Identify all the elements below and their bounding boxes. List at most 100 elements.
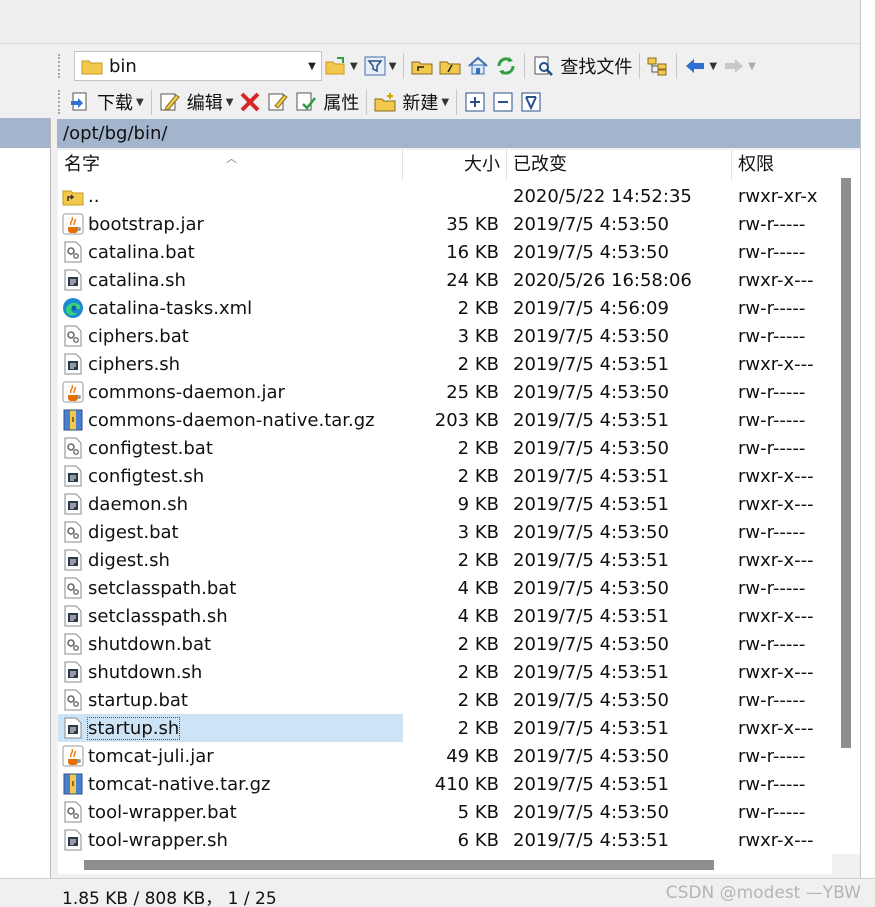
file-row[interactable]: tool-wrapper.sh 6 KB 2019/7/5 4:53:51 rwxr-…: [58, 826, 832, 854]
file-name-cell[interactable]: tomcat-juli.jar: [58, 742, 403, 770]
parent-directory-button[interactable]: [408, 52, 436, 80]
file-row[interactable]: shutdown.sh 2 KB 2019/7/5 4:53:51 rwxr-x---: [58, 658, 832, 686]
file-name-cell[interactable]: setclasspath.bat: [58, 574, 403, 602]
horizontal-scrollbar[interactable]: [58, 854, 832, 874]
new-button[interactable]: 新建 ▼: [371, 88, 452, 116]
file-permissions: rw-r-----: [738, 381, 806, 403]
rename-button[interactable]: [264, 88, 292, 116]
column-header-name[interactable]: 名字 ︿: [58, 150, 403, 180]
file-name-cell[interactable]: ciphers.sh: [58, 350, 403, 378]
file-row[interactable]: tomcat-native.tar.gz 410 KB 2019/7/5 4:53:…: [58, 770, 832, 798]
chevron-down-icon[interactable]: ▼: [709, 61, 717, 72]
file-name-cell[interactable]: tool-wrapper.sh: [58, 826, 403, 854]
file-row[interactable]: catalina.bat 16 KB 2019/7/5 4:53:50 rw-r---…: [58, 238, 832, 266]
file-size: 203 KB: [434, 409, 499, 431]
chevron-down-icon[interactable]: ▼: [350, 61, 358, 72]
file-name-cell[interactable]: setclasspath.sh: [58, 602, 403, 630]
file-size: 2 KB: [457, 297, 499, 319]
file-row[interactable]: configtest.bat 2 KB 2019/7/5 4:53:50 rw-r--…: [58, 434, 832, 462]
unselect-all-button[interactable]: [489, 88, 517, 116]
find-files-button[interactable]: 查找文件: [529, 52, 635, 80]
file-row[interactable]: startup.sh 2 KB 2019/7/5 4:53:51 rwxr-x---: [58, 714, 832, 742]
file-row[interactable]: commons-daemon-native.tar.gz 203 KB 2019/7…: [58, 406, 832, 434]
remote-file-list[interactable]: 名字 ︿ 大小 已改变 权限 .. 2020/5/22 14:52:35 rwxr-…: [58, 150, 832, 854]
chevron-down-icon[interactable]: ▼: [136, 97, 144, 108]
file-name-cell[interactable]: catalina.bat: [58, 238, 403, 266]
select-all-button[interactable]: [461, 88, 489, 116]
horizontal-scrollbar-thumb[interactable]: [84, 860, 714, 870]
file-name-cell[interactable]: catalina.sh: [58, 266, 403, 294]
file-name-cell[interactable]: ..: [58, 182, 403, 210]
chevron-down-icon[interactable]: ▼: [303, 61, 321, 72]
file-name-cell[interactable]: startup.sh: [58, 714, 403, 742]
file-name-cell[interactable]: shutdown.bat: [58, 630, 403, 658]
file-name-cell[interactable]: ciphers.bat: [58, 322, 403, 350]
file-permissions: rw-r-----: [738, 633, 806, 655]
forward-button[interactable]: ▼: [720, 52, 759, 80]
file-row[interactable]: tool-wrapper.bat 5 KB 2019/7/5 4:53:50 rw-r…: [58, 798, 832, 826]
toolbar-grip[interactable]: [58, 54, 62, 78]
file-row[interactable]: commons-daemon.jar 25 KB 2019/7/5 4:53:50 r…: [58, 378, 832, 406]
file-row[interactable]: configtest.sh 2 KB 2019/7/5 4:53:51 rwxr-x-…: [58, 462, 832, 490]
file-name-cell[interactable]: commons-daemon-native.tar.gz: [58, 406, 403, 434]
file-row[interactable]: catalina-tasks.xml 2 KB 2019/7/5 4:56:09 rw…: [58, 294, 832, 322]
file-row[interactable]: bootstrap.jar 35 KB 2019/7/5 4:53:50 rw-r--…: [58, 210, 832, 238]
file-name-cell[interactable]: daemon.sh: [58, 490, 403, 518]
edit-button[interactable]: 编辑 ▼: [156, 88, 237, 116]
open-folder-button[interactable]: ▼: [322, 52, 361, 80]
filter-selection-button[interactable]: [517, 88, 545, 116]
remote-path-bar[interactable]: /opt/bg/bin/: [57, 119, 860, 148]
file-name-cell[interactable]: tomcat-native.tar.gz: [58, 770, 403, 798]
column-header-permissions[interactable]: 权限: [732, 150, 832, 180]
file-row[interactable]: ciphers.bat 3 KB 2019/7/5 4:53:50 rw-r-----: [58, 322, 832, 350]
file-row[interactable]: setclasspath.bat 4 KB 2019/7/5 4:53:50 rw-r…: [58, 574, 832, 602]
file-name-cell[interactable]: tool-wrapper.bat: [58, 798, 403, 826]
sh-file-icon: [62, 717, 84, 739]
properties-button[interactable]: 属性: [292, 88, 362, 116]
column-header-modified[interactable]: 已改变: [507, 150, 732, 180]
file-row[interactable]: ciphers.sh 2 KB 2019/7/5 4:53:51 rwxr-x---: [58, 350, 832, 378]
back-button[interactable]: ▼: [681, 52, 720, 80]
file-name-cell[interactable]: bootstrap.jar: [58, 210, 403, 238]
file-name-cell[interactable]: configtest.sh: [58, 462, 403, 490]
file-row[interactable]: catalina.sh 24 KB 2020/5/26 16:58:06 rwxr-x…: [58, 266, 832, 294]
file-row[interactable]: tomcat-juli.jar 49 KB 2019/7/5 4:53:50 rw-r…: [58, 742, 832, 770]
file-row[interactable]: startup.bat 2 KB 2019/7/5 4:53:50 rw-r-----: [58, 686, 832, 714]
delete-button[interactable]: [236, 88, 264, 116]
column-header-size[interactable]: 大小: [403, 150, 507, 180]
file-name-cell[interactable]: digest.sh: [58, 546, 403, 574]
archive-icon: [62, 409, 84, 431]
home-directory-button[interactable]: [464, 52, 492, 80]
tree-view-button[interactable]: [644, 52, 672, 80]
file-row[interactable]: setclasspath.sh 4 KB 2019/7/5 4:53:51 rwxr-…: [58, 602, 832, 630]
chevron-down-icon[interactable]: ▼: [748, 61, 756, 72]
vertical-scrollbar[interactable]: [832, 150, 860, 854]
file-size: 9 KB: [457, 493, 499, 515]
file-row[interactable]: digest.bat 3 KB 2019/7/5 4:53:50 rw-r-----: [58, 518, 832, 546]
chevron-down-icon[interactable]: ▼: [441, 97, 449, 108]
file-name: catalina-tasks.xml: [88, 297, 253, 319]
local-panel[interactable]: [0, 118, 51, 878]
download-button[interactable]: 下载 ▼: [66, 88, 147, 116]
root-directory-button[interactable]: [436, 52, 464, 80]
new-label: 新建: [402, 93, 439, 114]
vertical-scrollbar-thumb[interactable]: [841, 178, 851, 748]
file-name-cell[interactable]: startup.bat: [58, 686, 403, 714]
refresh-button[interactable]: [492, 52, 520, 80]
filter-button[interactable]: ▼: [361, 52, 400, 80]
file-row[interactable]: digest.sh 2 KB 2019/7/5 4:53:51 rwxr-x---: [58, 546, 832, 574]
file-name-cell[interactable]: shutdown.sh: [58, 658, 403, 686]
toolbar-grip[interactable]: [58, 90, 62, 114]
chevron-down-icon[interactable]: ▼: [226, 97, 234, 108]
file-row[interactable]: .. 2020/5/22 14:52:35 rwxr-xr-x: [58, 182, 832, 210]
file-name-cell[interactable]: digest.bat: [58, 518, 403, 546]
file-name-cell[interactable]: configtest.bat: [58, 434, 403, 462]
file-row[interactable]: shutdown.bat 2 KB 2019/7/5 4:53:50 rw-r----…: [58, 630, 832, 658]
file-size: 2 KB: [457, 353, 499, 375]
file-name-cell[interactable]: catalina-tasks.xml: [58, 294, 403, 322]
path-combobox[interactable]: bin ▼: [74, 51, 322, 81]
chevron-down-icon[interactable]: ▼: [389, 61, 397, 72]
file-name-cell[interactable]: commons-daemon.jar: [58, 378, 403, 406]
file-row[interactable]: daemon.sh 9 KB 2019/7/5 4:53:51 rwxr-x---: [58, 490, 832, 518]
navigation-toolbar: bin ▼ ▼ ▼ 查找文件 ▼ ▼: [58, 48, 860, 84]
